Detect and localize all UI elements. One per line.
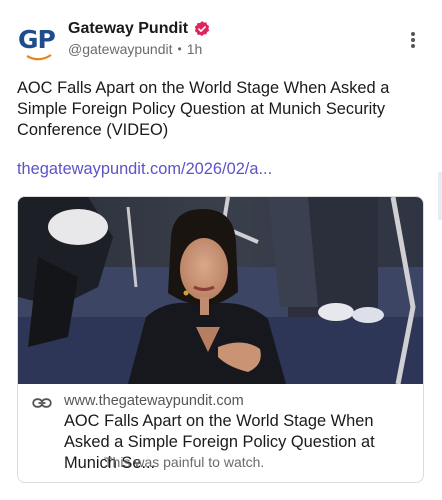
author-handle[interactable]: @gatewaypundit [68,41,173,57]
avatar-logo-text: GP [18,25,56,54]
social-post: GP Gateway Pundit @gatewaypundit • 1h AO… [0,0,442,500]
author-info: Gateway Pundit @gatewaypundit • 1h [68,20,211,57]
card-description: This was painful to watch. [104,454,265,470]
more-options-button[interactable] [404,30,422,54]
avatar[interactable]: GP [14,22,60,62]
author-display-name[interactable]: Gateway Pundit [68,20,188,38]
card-domain: www.thegatewaypundit.com [64,393,244,409]
post-link[interactable]: thegatewaypundit.com/2026/02/a... [17,160,272,179]
link-icon [32,398,52,408]
link-preview-card[interactable]: www.thegatewaypundit.com AOC Falls Apart… [17,196,424,483]
card-body: www.thegatewaypundit.com AOC Falls Apart… [18,384,423,482]
verified-badge-icon [194,21,210,37]
avatar-swoosh-icon [26,54,52,61]
card-thumbnail-image [18,197,423,384]
scroll-edge-indicator [438,172,442,220]
post-timestamp[interactable]: 1h [187,41,203,57]
more-vertical-icon [411,32,415,36]
post-text: AOC Falls Apart on the World Stage When … [17,79,390,139]
meta-separator: • [177,42,182,56]
